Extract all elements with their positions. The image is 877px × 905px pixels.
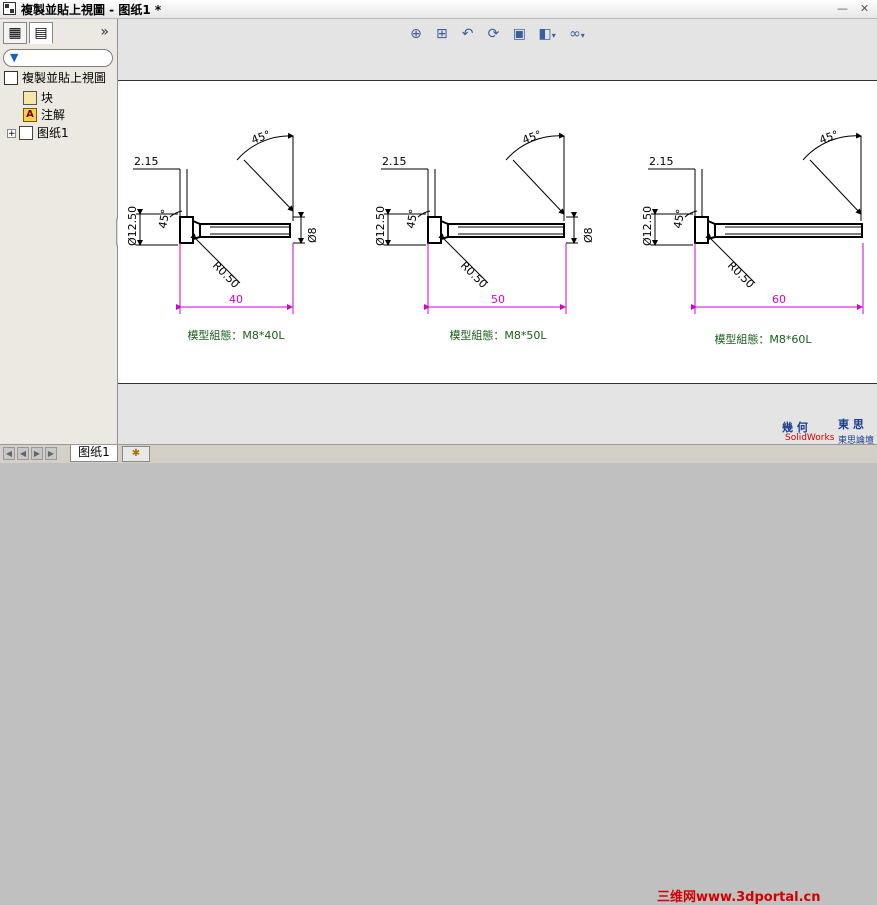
- zoom-area-icon[interactable]: ⊞: [431, 24, 453, 44]
- dim-head-diameter: Ø12.50: [374, 206, 387, 246]
- dim-angle-side: 45°: [156, 208, 172, 229]
- heads-up-view-toolbar: ⊕ ⊞ ↶ ⟳ ▣ ◧▾ ∞▾: [405, 24, 590, 46]
- tab-feature-manager[interactable]: ▦: [3, 22, 27, 44]
- dim-angle-top: 45°: [818, 128, 841, 147]
- tree-item-label: 块: [41, 91, 54, 105]
- drawing-icon: [4, 70, 18, 85]
- title-bar: 複製並貼上視圖 - 图纸1 * — ✕: [0, 0, 877, 19]
- dim-head-diameter: Ø12.50: [641, 206, 654, 246]
- zoom-to-fit-icon[interactable]: ⊕: [405, 24, 427, 44]
- view-label: 模型組態：M8*60L: [714, 332, 812, 346]
- drawing-document-icon: [3, 2, 16, 15]
- previous-sheet-icon[interactable]: ◀: [17, 447, 29, 460]
- window-title: 複製並貼上視圖 - 图纸1 *: [21, 3, 162, 17]
- drawing-view-1[interactable]: 2.15 45° Ø12.50 45° Ø8 R0.50 40 模型組態：M8*…: [126, 128, 319, 342]
- dim-length: 60: [772, 293, 786, 306]
- display-style-icon[interactable]: ◧▾: [534, 24, 560, 44]
- property-manager-icon: ▤: [34, 25, 48, 41]
- dim-length: 40: [229, 293, 243, 306]
- feature-tree-icon: ▦: [8, 25, 22, 41]
- tree-root[interactable]: 複製並貼上視圖: [4, 69, 106, 87]
- dim-radius: R0.50: [725, 259, 757, 291]
- tree-item-annotations[interactable]: A 注解: [23, 106, 65, 124]
- watermark-sub-a: SolidWorks: [785, 433, 835, 443]
- dim-chamfer-length: 2.15: [134, 155, 159, 168]
- tree-item-sheet[interactable]: + 图纸1: [7, 124, 69, 142]
- tree-filter-input[interactable]: ▼: [3, 49, 113, 67]
- first-sheet-icon[interactable]: ◀: [3, 447, 15, 460]
- feature-manager-panel: ▦ ▤ » ▼ 複製並貼上視圖 块 A 注解 + 图纸1: [0, 19, 118, 444]
- sheet-icon: [19, 125, 33, 140]
- previous-view-icon[interactable]: ↶: [457, 24, 479, 44]
- close-icon[interactable]: ✕: [858, 2, 871, 15]
- tree-root-label: 複製並貼上視圖: [22, 71, 107, 85]
- bolt-shank: [447, 223, 565, 238]
- tree-item-label: 图纸1: [37, 126, 69, 140]
- bolt-shank: [199, 223, 291, 238]
- dim-shank-diameter: Ø8: [641, 277, 654, 293]
- redraw-icon[interactable]: ▣: [508, 24, 530, 44]
- watermark-url: 三维网www.3dportal.cn: [657, 890, 821, 905]
- tree-item-label: 注解: [41, 108, 66, 122]
- tree-item-blocks[interactable]: 块: [23, 89, 53, 107]
- dim-shank-diameter: Ø8: [582, 227, 595, 243]
- drawing-sheet[interactable]: 2.15 45° Ø12.50 45° Ø8 R0.50 40 模型組態：M8*…: [118, 80, 877, 384]
- rotate-icon[interactable]: ⟳: [482, 24, 504, 44]
- bolt-neck: [192, 220, 201, 240]
- dim-angle-top: 45°: [521, 128, 544, 147]
- dim-head-diameter: Ø12.50: [126, 206, 139, 246]
- block-icon: [23, 90, 37, 105]
- dim-angle-side: 45°: [404, 208, 420, 229]
- add-sheet-icon[interactable]: ✱: [122, 446, 150, 462]
- annotation-icon: A: [23, 107, 37, 122]
- dim-length: 50: [491, 293, 505, 306]
- bolt-head: [694, 216, 709, 244]
- tab-sheet-1[interactable]: 图纸1: [70, 445, 118, 462]
- minimize-icon[interactable]: —: [836, 2, 849, 15]
- bolt-neck: [440, 220, 449, 240]
- dim-angle-top: 45°: [250, 128, 273, 147]
- bolt-shank: [714, 223, 863, 238]
- filter-icon: ▼: [10, 51, 19, 64]
- more-tabs-icon[interactable]: »: [100, 24, 109, 40]
- tab-property-manager[interactable]: ▤: [29, 22, 53, 44]
- drawing-views: 2.15 45° Ø12.50 45° Ø8 R0.50 40 模型組態：M8*…: [126, 128, 864, 346]
- watermark-logo-b: 東 思: [838, 418, 864, 431]
- dim-radius: R0.50: [210, 259, 242, 291]
- expand-icon[interactable]: +: [7, 129, 16, 139]
- dim-chamfer-length: 2.15: [382, 155, 407, 168]
- dim-radius: R0.50: [458, 259, 490, 291]
- view-label: 模型組態：M8*40L: [187, 328, 285, 342]
- dim-shank-diameter: Ø8: [306, 227, 319, 243]
- drawing-view-2[interactable]: 2.15 45° Ø12.50 45° Ø8 R0.50 50 模型組態：M8*…: [374, 128, 595, 342]
- sheet-tabs-bar: ◀ ◀ ▶ ▶ 图纸1 ✱ 三维网www.3dportal.cn: [0, 444, 877, 905]
- bolt-head: [179, 216, 194, 244]
- view-label: 模型組態：M8*50L: [449, 328, 547, 342]
- dim-angle-side: 45°: [671, 208, 687, 229]
- next-sheet-icon[interactable]: ▶: [31, 447, 43, 460]
- bolt-head: [427, 216, 442, 244]
- dim-chamfer-length: 2.15: [649, 155, 674, 168]
- bolt-neck: [707, 220, 716, 240]
- graphics-area[interactable]: ⊕ ⊞ ↶ ⟳ ▣ ◧▾ ∞▾ 2.15 45° Ø12.50 45° Ø8 R…: [118, 19, 877, 444]
- last-sheet-icon[interactable]: ▶: [45, 447, 57, 460]
- hide-show-items-icon[interactable]: ∞▾: [564, 24, 590, 44]
- drawing-view-3[interactable]: 2.15 45° Ø12.50 45° R0.50 60 模型組態：M8*60L…: [641, 128, 864, 346]
